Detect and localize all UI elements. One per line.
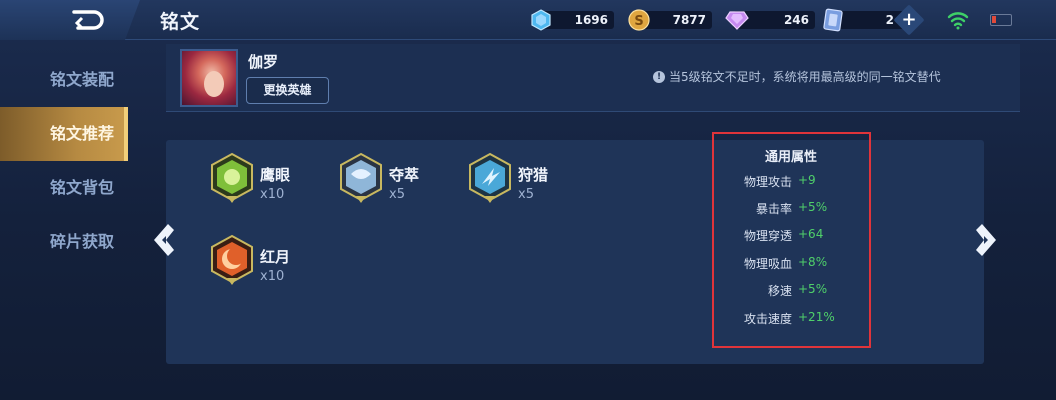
attribute-value: +64 (798, 227, 824, 241)
back-button[interactable] (0, 0, 140, 40)
hero-name: 伽罗 (248, 53, 279, 71)
notice-text-container: ! 当5级铭文不足时，系统将用最高级的同一铭文替代 (653, 68, 941, 85)
red-moon-rune-icon (211, 234, 253, 285)
rune-name: 夺萃 (389, 166, 420, 184)
attribute-value: +8% (798, 255, 828, 269)
attribute-name: 物理攻击 (743, 175, 792, 189)
back-arrow-icon (72, 10, 104, 30)
rune-name: 狩猎 (518, 166, 549, 184)
hawk-eye-rune-icon (211, 152, 253, 203)
attributes-title: 通用属性 (764, 150, 817, 165)
battery-icon (990, 14, 1012, 26)
resource-gem: 246 (725, 9, 815, 31)
add-currency-button[interactable]: + (893, 4, 925, 36)
sidebar-item-rune-equip[interactable]: 铭文装配 (0, 53, 128, 107)
next-arrow-button[interactable] (970, 220, 1002, 260)
attribute-name: 物理穿透 (743, 229, 792, 243)
attributes-box: 通用属性 物理攻击 +9 暴击率 +5% 物理穿透 +64 物理吸血 +8% 移… (712, 132, 871, 348)
plus-icon: + (901, 9, 917, 30)
gem-icon (725, 11, 749, 30)
sidebar-item-rune-recommend[interactable]: 铭文推荐 (0, 107, 128, 161)
sidebar: 铭文装配 铭文推荐 铭文背包 碎片获取 (0, 40, 128, 400)
sidebar-item-rune-bag[interactable]: 铭文背包 (0, 161, 128, 215)
resource-gold: S 7877 (628, 9, 712, 31)
page-title: 铭文 (160, 11, 201, 33)
rune-item[interactable]: 狩猎 x5 (466, 152, 636, 222)
attribute-name: 攻击速度 (743, 312, 792, 326)
rune-name: 鹰眼 (260, 166, 291, 184)
resource-diamond: 1696 (530, 9, 614, 31)
snatch-rune-icon (340, 152, 382, 203)
hunt-rune-icon (469, 152, 511, 203)
wifi-icon (947, 12, 969, 30)
diamond-icon (531, 9, 551, 31)
notice-text: 当5级铭文不足时，系统将用最高级的同一铭文替代 (669, 70, 941, 84)
attribute-value: +5% (798, 200, 828, 214)
top-bar: 铭文 1696 S 7877 246 2 + (0, 0, 1056, 40)
rune-count: x5 (518, 187, 534, 202)
svg-text:S: S (634, 14, 643, 29)
rune-count: x5 (389, 187, 405, 202)
rune-item[interactable]: 红月 x10 (208, 234, 378, 304)
change-hero-button[interactable]: 更换英雄 (246, 77, 329, 104)
attribute-name: 暴击率 (755, 202, 792, 216)
attribute-name: 移速 (767, 284, 792, 298)
attribute-row: 攻击速度 +21% (714, 310, 868, 328)
rune-count: x10 (260, 187, 285, 202)
ticket-icon (823, 8, 843, 32)
attribute-row: 物理穿透 +64 (714, 227, 868, 245)
rune-count: x10 (260, 269, 285, 284)
attribute-value: +21% (798, 310, 835, 324)
attribute-name: 物理吸血 (743, 257, 792, 271)
gold-coin-icon: S (628, 9, 650, 31)
attribute-row: 物理攻击 +9 (714, 173, 868, 191)
attribute-row: 物理吸血 +8% (714, 255, 868, 273)
sidebar-item-fragment-get[interactable]: 碎片获取 (0, 215, 128, 269)
attribute-row: 暴击率 +5% (714, 200, 868, 218)
prev-arrow-button[interactable] (148, 220, 180, 260)
attribute-row: 移速 +5% (714, 282, 868, 300)
hero-avatar[interactable] (180, 49, 238, 107)
attribute-value: +9 (798, 173, 816, 187)
attribute-value: +5% (798, 282, 828, 296)
resource-ticket: 2 (822, 8, 904, 32)
info-icon: ! (653, 70, 665, 83)
rune-name: 红月 (260, 248, 291, 266)
